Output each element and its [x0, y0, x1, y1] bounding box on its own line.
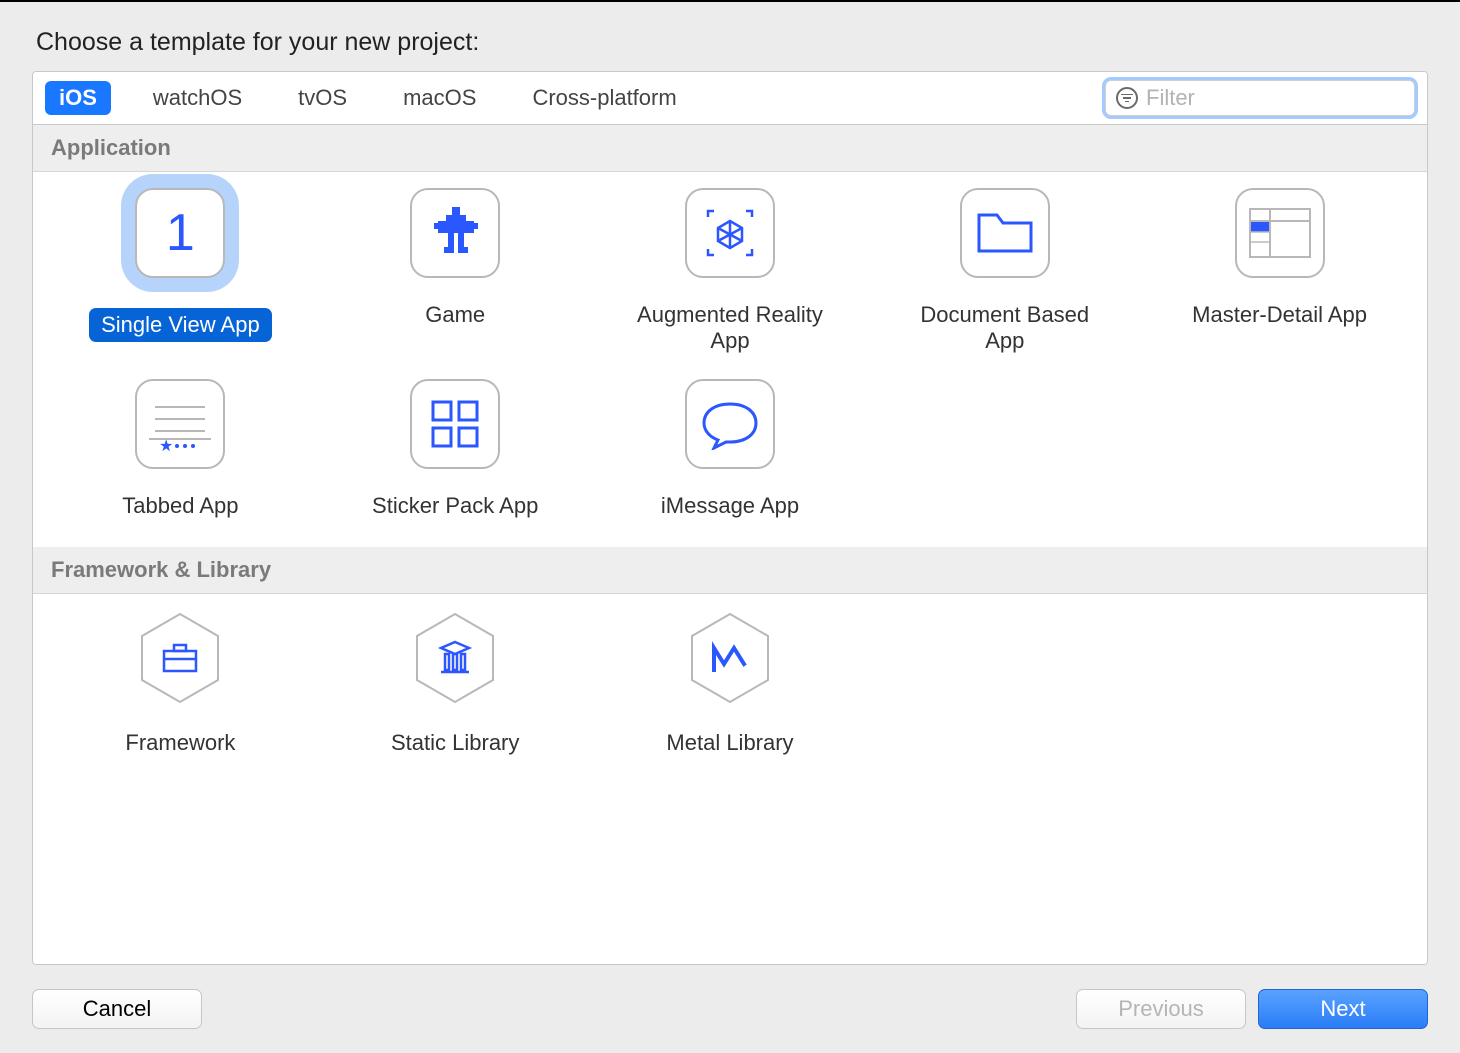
footer: Cancel Previous Next	[32, 965, 1428, 1029]
game-icon	[410, 188, 500, 278]
master-detail-icon	[1235, 188, 1325, 278]
section-header-application: Application	[33, 125, 1427, 172]
imessage-icon	[685, 379, 775, 469]
sheet-title: Choose a template for your new project:	[36, 28, 1428, 57]
sticker-pack-icon	[410, 379, 500, 469]
section-body-application: 1 Single View App	[33, 172, 1427, 547]
previous-button: Previous	[1076, 989, 1246, 1029]
template-label: Master-Detail App	[1180, 298, 1379, 332]
template-label: iMessage App	[649, 489, 811, 523]
ar-icon	[685, 188, 775, 278]
single-view-app-icon: 1	[135, 188, 225, 278]
template-label: Static Library	[379, 726, 531, 760]
template-label: Tabbed App	[110, 489, 250, 523]
new-project-sheet: Choose a template for your new project: …	[0, 0, 1460, 1053]
metal-library-icon	[688, 610, 772, 706]
template-label: Framework	[113, 726, 247, 760]
static-library-icon	[413, 610, 497, 706]
template-document-based-app[interactable]: Document Based App	[867, 188, 1142, 359]
tab-cross-platform[interactable]: Cross-platform	[518, 81, 690, 115]
template-framework[interactable]: Framework	[43, 610, 318, 760]
template-tabbed-app[interactable]: ★ Tabbed App	[43, 379, 318, 523]
template-panel: iOS watchOS tvOS macOS Cross-platform Ap…	[32, 71, 1428, 965]
tab-ios[interactable]: iOS	[45, 81, 111, 115]
tabbed-icon: ★	[135, 379, 225, 469]
filter-icon	[1116, 87, 1138, 109]
template-imessage-app[interactable]: iMessage App	[593, 379, 868, 523]
framework-icon	[138, 610, 222, 706]
template-master-detail-app[interactable]: Master-Detail App	[1142, 188, 1417, 359]
template-single-view-app[interactable]: 1 Single View App	[43, 188, 318, 359]
filter-input[interactable]	[1146, 85, 1428, 111]
section-header-framework-library: Framework & Library	[33, 547, 1427, 594]
document-icon	[960, 188, 1050, 278]
tab-watchos[interactable]: watchOS	[139, 81, 256, 115]
section-body-framework-library: Framework Static Library	[33, 594, 1427, 800]
template-label: Metal Library	[654, 726, 805, 760]
template-label: Sticker Pack App	[360, 489, 550, 523]
filter-field-wrap[interactable]	[1105, 80, 1415, 116]
next-button[interactable]: Next	[1258, 989, 1428, 1029]
template-sticker-pack-app[interactable]: Sticker Pack App	[318, 379, 593, 523]
template-label: Game	[413, 298, 497, 332]
template-label: Augmented Reality App	[625, 298, 835, 359]
template-metal-library[interactable]: Metal Library	[593, 610, 868, 760]
tab-macos[interactable]: macOS	[389, 81, 490, 115]
template-label: Document Based App	[900, 298, 1110, 359]
tab-tvos[interactable]: tvOS	[284, 81, 361, 115]
template-augmented-reality-app[interactable]: Augmented Reality App	[593, 188, 868, 359]
template-game[interactable]: Game	[318, 188, 593, 359]
platform-tabbar: iOS watchOS tvOS macOS Cross-platform	[33, 72, 1427, 125]
cancel-button[interactable]: Cancel	[32, 989, 202, 1029]
template-static-library[interactable]: Static Library	[318, 610, 593, 760]
svg-text:★: ★	[159, 438, 173, 455]
template-label: Single View App	[89, 308, 272, 342]
